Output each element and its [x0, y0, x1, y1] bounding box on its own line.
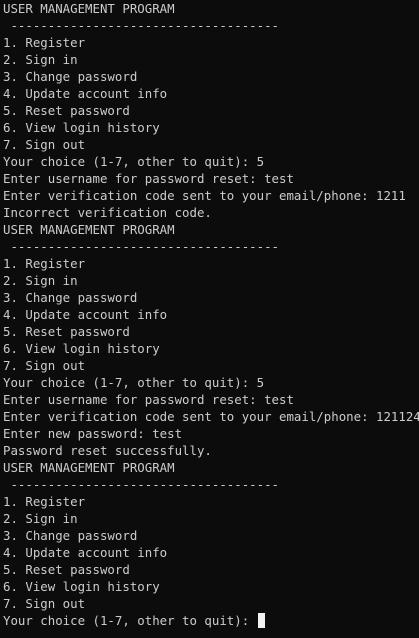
terminal-line: USER MANAGEMENT PROGRAM — [3, 222, 175, 237]
terminal-window[interactable]: USER MANAGEMENT PROGRAM ----------------… — [0, 0, 419, 638]
terminal-line: 4. Update account info — [3, 545, 168, 560]
terminal-line: 3. Change password — [3, 290, 138, 305]
terminal-line: 6. View login history — [3, 120, 160, 135]
terminal-line: USER MANAGEMENT PROGRAM — [3, 1, 175, 16]
text-cursor — [257, 613, 265, 628]
terminal-line: 6. View login history — [3, 579, 160, 594]
terminal-line: Enter username for password reset: test — [3, 392, 294, 407]
terminal-line: 1. Register — [3, 494, 86, 509]
terminal-line: Enter new password: test — [3, 426, 183, 441]
terminal-line: 7. Sign out — [3, 137, 86, 152]
terminal-output: USER MANAGEMENT PROGRAM ----------------… — [3, 0, 419, 612]
terminal-line: Enter username for password reset: test — [3, 171, 294, 186]
terminal-line: 1. Register — [3, 256, 86, 271]
terminal-line: 7. Sign out — [3, 358, 86, 373]
terminal-line: 7. Sign out — [3, 596, 86, 611]
terminal-line: Your choice (1-7, other to quit): 5 — [3, 375, 265, 390]
terminal-line: Enter verification code sent to your ema… — [3, 409, 419, 424]
terminal-line: ------------------------------------ — [3, 239, 280, 254]
terminal-line: Password reset successfully. — [3, 443, 212, 458]
terminal-line: 3. Change password — [3, 528, 138, 543]
terminal-line: 5. Reset password — [3, 324, 130, 339]
terminal-line: 3. Change password — [3, 69, 138, 84]
terminal-line: 2. Sign in — [3, 52, 78, 67]
terminal-line: ------------------------------------ — [3, 477, 280, 492]
input-prompt-line[interactable]: Your choice (1-7, other to quit): — [3, 612, 419, 629]
terminal-line: 4. Update account info — [3, 307, 168, 322]
terminal-line: USER MANAGEMENT PROGRAM — [3, 460, 175, 475]
terminal-line: 2. Sign in — [3, 273, 78, 288]
input-prompt: Your choice (1-7, other to quit): — [3, 613, 257, 628]
terminal-line: 6. View login history — [3, 341, 160, 356]
terminal-line: Your choice (1-7, other to quit): 5 — [3, 154, 265, 169]
terminal-line: Enter verification code sent to your ema… — [3, 188, 406, 203]
terminal-line: 1. Register — [3, 35, 86, 50]
terminal-line: ------------------------------------ — [3, 18, 280, 33]
terminal-line: 5. Reset password — [3, 562, 130, 577]
terminal-line: 5. Reset password — [3, 103, 130, 118]
terminal-line: 4. Update account info — [3, 86, 168, 101]
terminal-line: Incorrect verification code. — [3, 205, 212, 220]
terminal-line: 2. Sign in — [3, 511, 78, 526]
